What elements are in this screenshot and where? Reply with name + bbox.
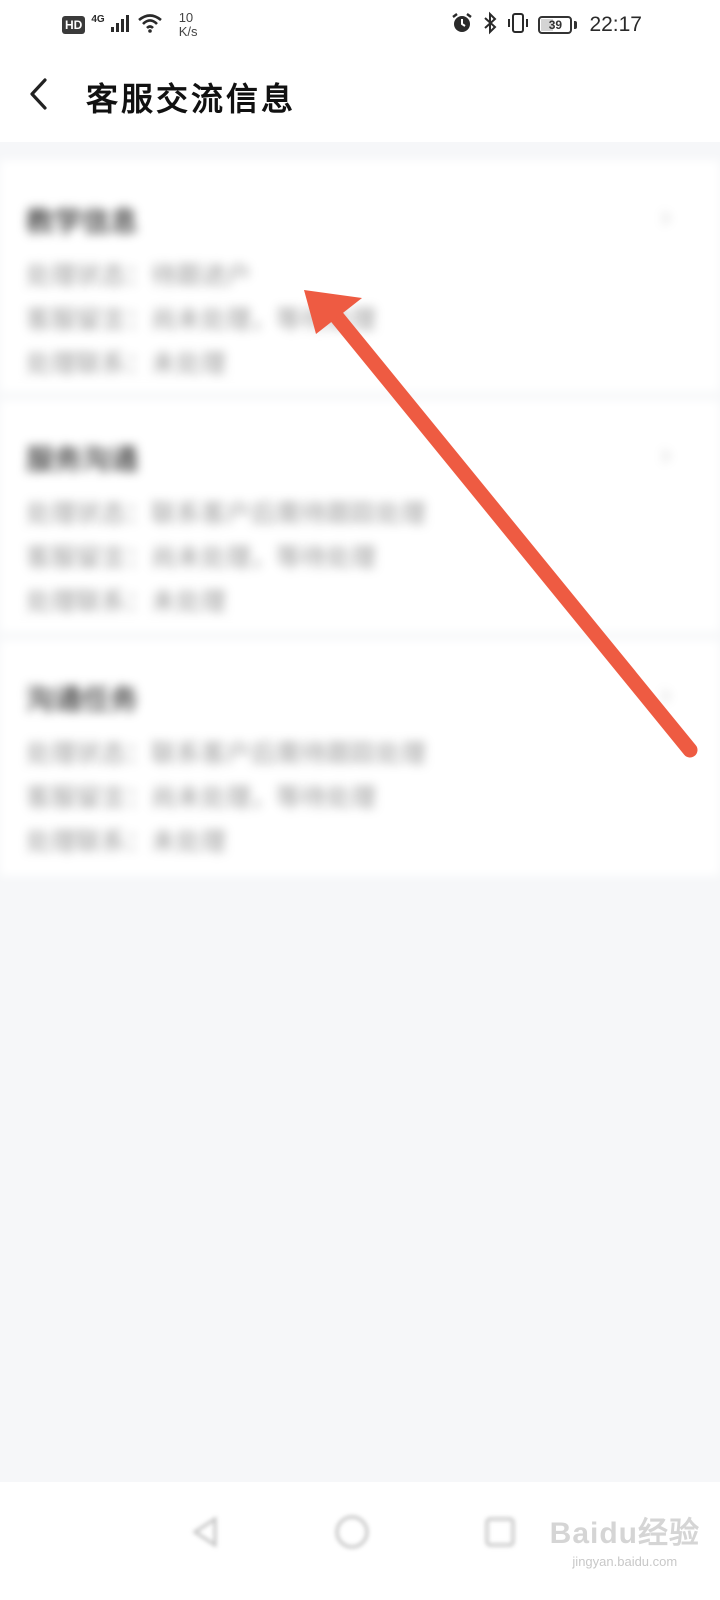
wifi-icon xyxy=(137,13,163,38)
card-title: 沟通任务 xyxy=(26,683,139,716)
card-line: 客服留言：尚未处理，等待处理 xyxy=(26,783,377,812)
alarm-icon xyxy=(450,11,474,40)
chevron-right-icon: › xyxy=(660,200,672,235)
back-button[interactable] xyxy=(18,72,58,120)
battery-icon: 39 xyxy=(538,16,573,34)
nav-back-button[interactable] xyxy=(176,1504,236,1564)
card-line: 处理状态：联系客户后需待跟踪处理 xyxy=(26,739,427,768)
square-recents-icon xyxy=(483,1515,517,1553)
watermark-logo: Baidu经验 xyxy=(549,1517,700,1550)
app-header: 客服交流信息 xyxy=(0,50,720,142)
message-card[interactable]: 沟通任务 › 处理状态：联系客户后需待跟踪处理 客服留言：尚未处理，等待处理 处… xyxy=(0,640,720,876)
battery-tip xyxy=(574,21,578,29)
hd-badge: HD xyxy=(62,16,86,34)
chevron-right-icon: › xyxy=(660,678,672,713)
card-line: 处理联系：未处理 xyxy=(26,587,227,616)
status-bar: HD 4G 10 K/s 39 22:17 xyxy=(0,0,720,50)
card-title: 服务沟通 xyxy=(26,443,139,476)
card-title: 教学信息 xyxy=(26,205,139,238)
card-line: 客服留言：尚未处理，等待处理 xyxy=(26,543,377,572)
speed-unit: K/s xyxy=(178,24,198,39)
message-card[interactable]: 教学信息 › 处理状态：待跟进户 客服留言：尚未处理，等待处理 处理联系：未处理 xyxy=(0,160,720,392)
triangle-back-icon xyxy=(189,1515,223,1553)
watermark: Baidu经验 jingyan.baidu.com xyxy=(550,1508,700,1569)
message-card[interactable]: 服务沟通 › 处理状态：联系客户后需待跟踪处理 客服留言：尚未处理，等待处理 处… xyxy=(0,400,720,632)
card-line: 处理状态：联系客户后需待跟踪处理 xyxy=(26,499,427,528)
card-line: 处理状态：待跟进户 xyxy=(26,261,252,290)
cell-signal-icon xyxy=(110,14,131,37)
nav-home-button[interactable] xyxy=(322,1504,382,1564)
network-speed: 10 K/s xyxy=(179,11,198,39)
nav-recents-button[interactable] xyxy=(470,1504,530,1564)
network-type: 4G xyxy=(91,13,105,25)
vibrate-icon xyxy=(506,11,530,40)
circle-home-icon xyxy=(334,1514,370,1554)
message-list: 教学信息 › 处理状态：待跟进户 客服留言：尚未处理，等待处理 处理联系：未处理… xyxy=(0,142,720,880)
card-line: 处理联系：未处理 xyxy=(26,349,227,378)
speed-value: 10 xyxy=(178,10,194,25)
clock: 22:17 xyxy=(589,13,642,36)
battery-level: 39 xyxy=(548,18,563,32)
watermark-url: jingyan.baidu.com xyxy=(572,1554,678,1569)
card-line: 客服留言：尚未处理，等待处理 xyxy=(26,305,377,334)
page-title: 客服交流信息 xyxy=(86,80,297,118)
chevron-right-icon: › xyxy=(660,438,672,473)
card-line: 处理联系：未处理 xyxy=(26,827,227,856)
chevron-left-icon xyxy=(27,77,49,115)
bluetooth-icon xyxy=(482,11,498,40)
